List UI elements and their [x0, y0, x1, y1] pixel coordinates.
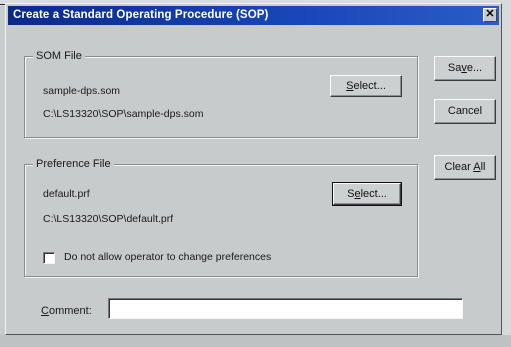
som-file-group: SOM File sample-dps.som C:\LS13320\SOP\s…: [24, 49, 418, 138]
som-file-legend: SOM File: [33, 49, 85, 63]
som-select-button[interactable]: Select...: [330, 75, 402, 97]
som-file-path: C:\LS13320\SOP\sample-dps.som: [43, 108, 204, 120]
comment-input[interactable]: [108, 298, 463, 319]
create-sop-dialog: Create a Standard Operating Procedure (S…: [5, 3, 502, 335]
preference-file-path: C:\LS13320\SOP\default.prf: [43, 213, 174, 225]
dialog-title: Create a Standard Operating Procedure (S…: [13, 9, 269, 21]
title-bar[interactable]: Create a Standard Operating Procedure (S…: [8, 6, 499, 25]
cancel-button[interactable]: Cancel: [434, 99, 496, 124]
close-icon: ✕: [485, 8, 495, 20]
preference-file-name: default.prf: [43, 188, 90, 200]
preference-file-legend: Preference File: [33, 157, 114, 171]
som-file-name: sample-dps.som: [43, 85, 121, 97]
preference-select-button[interactable]: Select...: [332, 182, 402, 206]
background-window-right: [502, 0, 511, 347]
clear-all-button[interactable]: Clear All: [434, 155, 496, 180]
comment-label: Comment:: [41, 305, 92, 317]
save-button[interactable]: Save...: [434, 56, 496, 81]
close-button[interactable]: ✕: [483, 8, 497, 22]
operator-preferences-label: Do not allow operator to change preferen…: [64, 251, 272, 263]
operator-preferences-checkbox[interactable]: [43, 252, 55, 264]
preference-file-group: Preference File default.prf C:\LS13320\S…: [24, 157, 418, 277]
background-window-bottom: [0, 335, 511, 347]
